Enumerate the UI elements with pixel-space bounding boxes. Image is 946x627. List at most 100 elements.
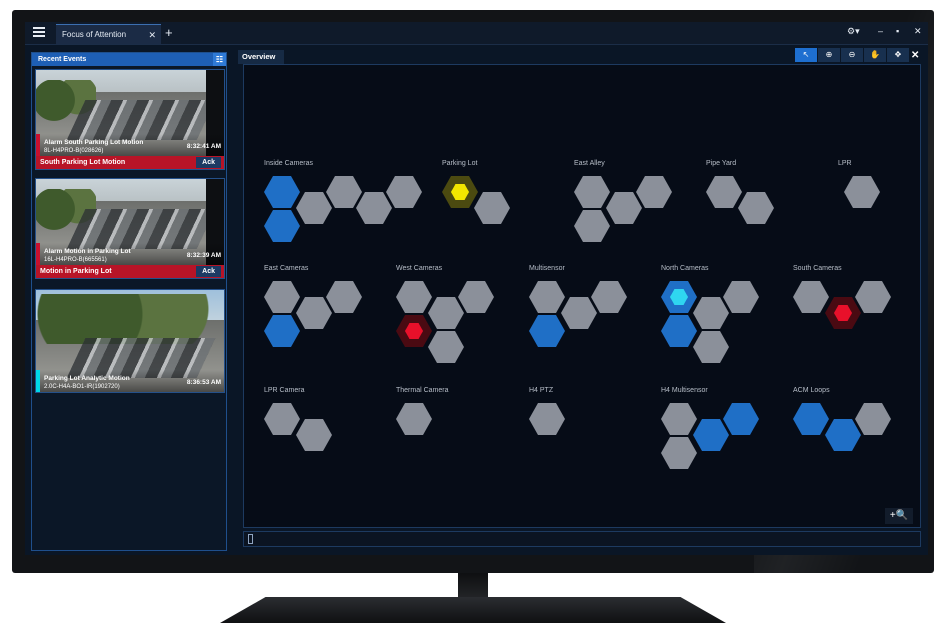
camera-hex-alarm-cyan[interactable]	[661, 281, 697, 313]
camera-hex[interactable]	[396, 403, 432, 435]
camera-hex[interactable]	[855, 403, 891, 435]
event-severity-marker	[36, 370, 40, 392]
app-screen: Focus of Attention ✕ + ⚙▾ – ▪ ✕ Recent E…	[25, 22, 928, 555]
camera-group-label: West Cameras	[396, 265, 443, 272]
event-card[interactable]: Alarm South Parking Lot Motion 8L-H4PRO-…	[35, 69, 225, 170]
camera-hex[interactable]	[529, 281, 565, 313]
camera-hex[interactable]	[428, 297, 464, 329]
settings-gear-icon[interactable]: ⚙▾	[847, 26, 860, 37]
camera-hex[interactable]	[693, 297, 729, 329]
camera-hex[interactable]	[326, 176, 362, 208]
monitor-stand	[220, 597, 726, 623]
camera-hex-selected[interactable]	[264, 176, 300, 208]
camera-hex[interactable]	[474, 192, 510, 224]
camera-hex[interactable]	[296, 192, 332, 224]
maximize-button[interactable]: ▪	[896, 26, 899, 36]
camera-group-label: H4 Multisensor	[661, 387, 708, 394]
tab-focus-of-attention[interactable]: Focus of Attention ✕	[56, 24, 161, 44]
tab-label: Focus of Attention	[62, 30, 127, 39]
event-title: Parking Lot Analytic Motion	[44, 375, 130, 382]
camera-hex-selected[interactable]	[693, 419, 729, 451]
camera-hex[interactable]	[574, 176, 610, 208]
event-time: 8:32:41 AM	[186, 143, 221, 150]
camera-hex[interactable]	[636, 176, 672, 208]
camera-hex[interactable]	[458, 281, 494, 313]
close-window-button[interactable]: ✕	[914, 26, 922, 37]
zoom-out-tool-button[interactable]: ⊖	[841, 48, 863, 62]
camera-hex-alarm-yellow[interactable]	[442, 176, 478, 208]
camera-hex[interactable]	[264, 403, 300, 435]
camera-hex-selected[interactable]	[825, 419, 861, 451]
camera-hex[interactable]	[591, 281, 627, 313]
camera-hex[interactable]	[561, 297, 597, 329]
camera-hex[interactable]	[693, 331, 729, 363]
camera-hex-alarm-red[interactable]	[396, 315, 432, 347]
camera-hex[interactable]	[529, 403, 565, 435]
event-time: 8:32:39 AM	[186, 252, 221, 259]
event-card[interactable]: Alarm Motion in Parking Lot 16L-H4PRO-B(…	[35, 178, 225, 279]
camera-group-label: East Alley	[574, 160, 605, 167]
tab-overview[interactable]: Overview	[238, 50, 284, 64]
camera-hex[interactable]	[428, 331, 464, 363]
zoom-in-tool-button[interactable]: ⊕	[818, 48, 840, 62]
event-thumbnail[interactable]: Alarm Motion in Parking Lot 16L-H4PRO-B(…	[36, 179, 224, 265]
event-time: 8:36:53 AM	[186, 379, 221, 386]
camera-group-label: Parking Lot	[442, 160, 478, 167]
move-tool-button[interactable]: ✥	[887, 48, 909, 62]
title-bar: Focus of Attention ✕ + ⚙▾ – ▪ ✕	[25, 22, 928, 45]
camera-hex[interactable]	[396, 281, 432, 313]
alarm-bar: South Parking Lot Motion Ack	[36, 156, 224, 169]
camera-hex[interactable]	[855, 281, 891, 313]
camera-hex-selected[interactable]	[264, 210, 300, 242]
camera-hex[interactable]	[356, 192, 392, 224]
camera-hex[interactable]	[706, 176, 742, 208]
camera-group-label: Multisensor	[529, 265, 565, 272]
camera-group-label: LPR	[838, 160, 852, 167]
ack-button[interactable]: Ack	[196, 157, 221, 168]
camera-hex[interactable]	[574, 210, 610, 242]
camera-hex[interactable]	[738, 192, 774, 224]
camera-hex-selected[interactable]	[661, 315, 697, 347]
ack-button[interactable]: Ack	[196, 266, 221, 277]
camera-hex[interactable]	[386, 176, 422, 208]
select-tool-button[interactable]: ↖	[795, 48, 817, 62]
camera-hex[interactable]	[793, 281, 829, 313]
camera-hex[interactable]	[723, 281, 759, 313]
camera-hex[interactable]	[844, 176, 880, 208]
event-thumbnail[interactable]: Parking Lot Analytic Motion 2.0C-H4A-BO1…	[36, 290, 224, 392]
camera-hex[interactable]	[661, 403, 697, 435]
bookmark-icon[interactable]	[248, 534, 253, 544]
pan-tool-button[interactable]: ✋	[864, 48, 886, 62]
tab-close-icon[interactable]: ✕	[148, 25, 156, 45]
alarm-bar: Motion in Parking Lot Ack	[36, 265, 224, 278]
add-tab-button[interactable]: +	[165, 24, 173, 42]
camera-hex[interactable]	[326, 281, 362, 313]
recent-events-panel: Recent Events ☷ Alarm South Parking Lot …	[31, 52, 227, 551]
status-bar	[243, 531, 921, 547]
camera-hex-selected[interactable]	[723, 403, 759, 435]
camera-hex[interactable]	[296, 297, 332, 329]
zoom-search-button[interactable]: +🔍	[885, 508, 913, 524]
close-overview-icon[interactable]: ✕	[911, 50, 919, 61]
camera-group-label: H4 PTZ	[529, 387, 554, 394]
camera-group-label: North Cameras	[661, 265, 709, 272]
event-card[interactable]: Parking Lot Analytic Motion 2.0C-H4A-BO1…	[35, 289, 225, 393]
camera-hex-alarm-red[interactable]	[825, 297, 861, 329]
event-title: Alarm Motion in Parking Lot	[44, 248, 131, 255]
event-title: Alarm South Parking Lot Motion	[44, 139, 144, 146]
camera-hex[interactable]	[296, 419, 332, 451]
camera-hex[interactable]	[661, 437, 697, 469]
camera-group-label: ACM Loops	[793, 387, 830, 394]
camera-group-label: Inside Cameras	[264, 160, 314, 167]
camera-hex-selected[interactable]	[793, 403, 829, 435]
menu-icon[interactable]	[33, 27, 45, 37]
event-thumbnail[interactable]: Alarm South Parking Lot Motion 8L-H4PRO-…	[36, 70, 224, 156]
filter-icon[interactable]: ☷	[213, 53, 226, 66]
camera-hex[interactable]	[606, 192, 642, 224]
camera-group-label: East Cameras	[264, 265, 309, 272]
camera-group-label: Thermal Camera	[396, 387, 449, 394]
camera-hex-selected[interactable]	[529, 315, 565, 347]
camera-hex[interactable]	[264, 281, 300, 313]
minimize-button[interactable]: –	[878, 26, 883, 36]
camera-hex-selected[interactable]	[264, 315, 300, 347]
